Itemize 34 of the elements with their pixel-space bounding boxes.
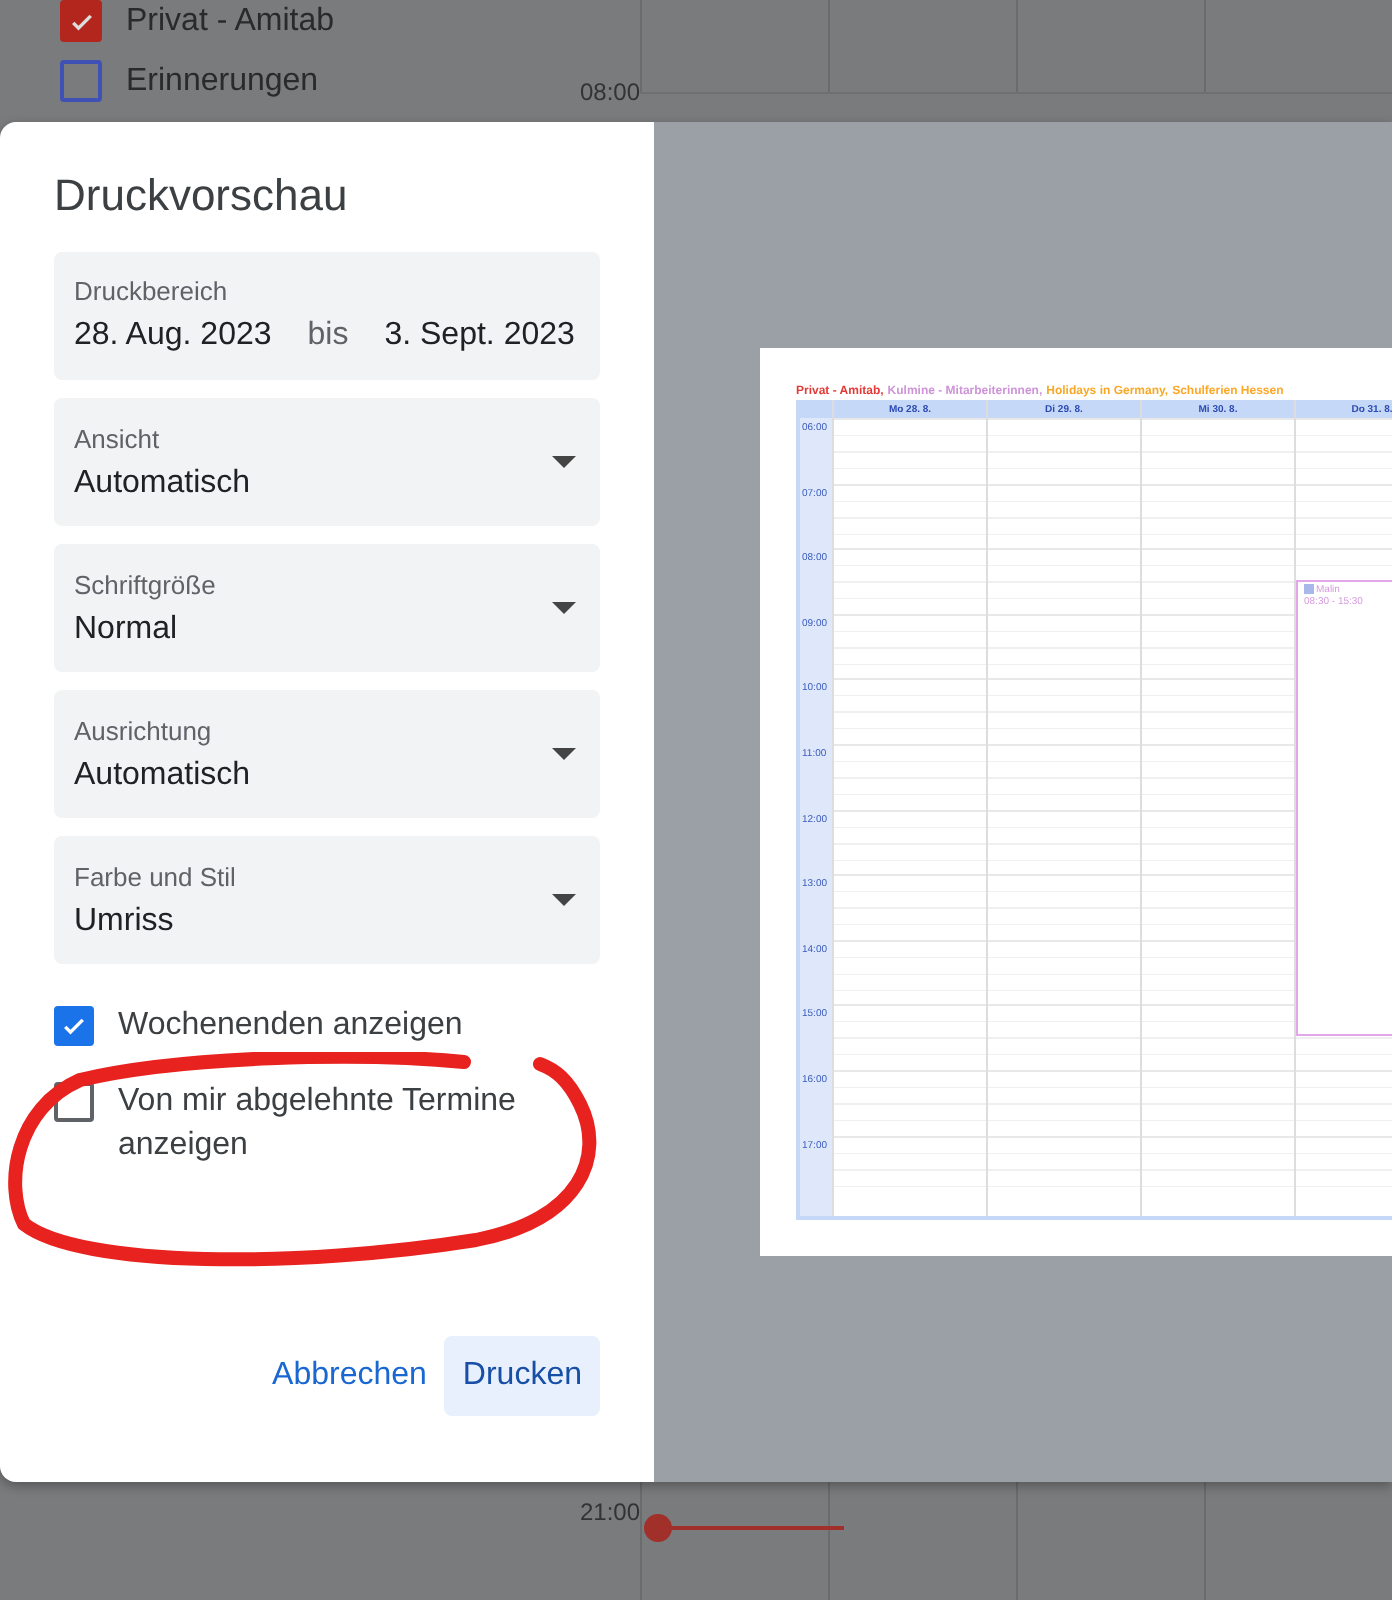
time-label: 08:00 bbox=[579, 78, 640, 106]
dropdown-caret-icon bbox=[552, 602, 576, 614]
calendar-checkbox[interactable] bbox=[60, 60, 102, 102]
field-label: Druckbereich bbox=[74, 276, 230, 306]
print-range-field[interactable]: Druckbereich 28. Aug. 2023 bis 3. Sept. 2023 bbox=[54, 252, 600, 380]
checkbox[interactable] bbox=[54, 1082, 94, 1122]
field-value: Automatisch bbox=[74, 757, 251, 793]
field-value: Umriss bbox=[74, 903, 176, 939]
field-value: Automatisch bbox=[74, 465, 251, 501]
checkbox-label: Wochenenden anzeigen bbox=[118, 1006, 463, 1046]
dialog-title: Druckvorschau bbox=[54, 170, 350, 222]
end-date[interactable]: 3. Sept. 2023 bbox=[384, 318, 575, 354]
checkbox[interactable] bbox=[54, 1006, 94, 1046]
field-label: Schriftgröße bbox=[74, 569, 216, 599]
print-button[interactable]: Drucken bbox=[444, 1336, 600, 1416]
dropdown-caret-icon bbox=[552, 748, 576, 760]
calendar-label: Erinnerungen bbox=[126, 63, 319, 99]
dropdown-caret-icon bbox=[552, 456, 576, 468]
field-label: Ausrichtung bbox=[74, 715, 214, 745]
field-label: Farbe und Stil bbox=[74, 861, 236, 891]
calendar-checkbox[interactable] bbox=[60, 0, 102, 42]
dropdown-caret-icon bbox=[552, 894, 576, 906]
field-value: Normal bbox=[74, 611, 180, 647]
checkbox-label: Von mir abgelehnte Termine anzeigen bbox=[118, 1082, 518, 1166]
field-label: Ansicht bbox=[74, 423, 162, 453]
dropdown-field[interactable]: Ausrichtung Automatisch bbox=[54, 690, 600, 818]
range-separator: bis bbox=[307, 318, 349, 354]
dropdown-field[interactable]: Ansicht Automatisch bbox=[54, 398, 600, 526]
dropdown-field[interactable]: Schriftgröße Normal bbox=[54, 544, 600, 672]
start-date[interactable]: 28. Aug. 2023 bbox=[74, 318, 272, 354]
calendar-label: Privat - Amitab bbox=[126, 3, 335, 39]
dropdown-field[interactable]: Farbe und Stil Umriss bbox=[54, 836, 600, 964]
time-label: 21:00 bbox=[579, 1498, 640, 1526]
cancel-button[interactable]: Abbrechen bbox=[272, 1336, 427, 1416]
